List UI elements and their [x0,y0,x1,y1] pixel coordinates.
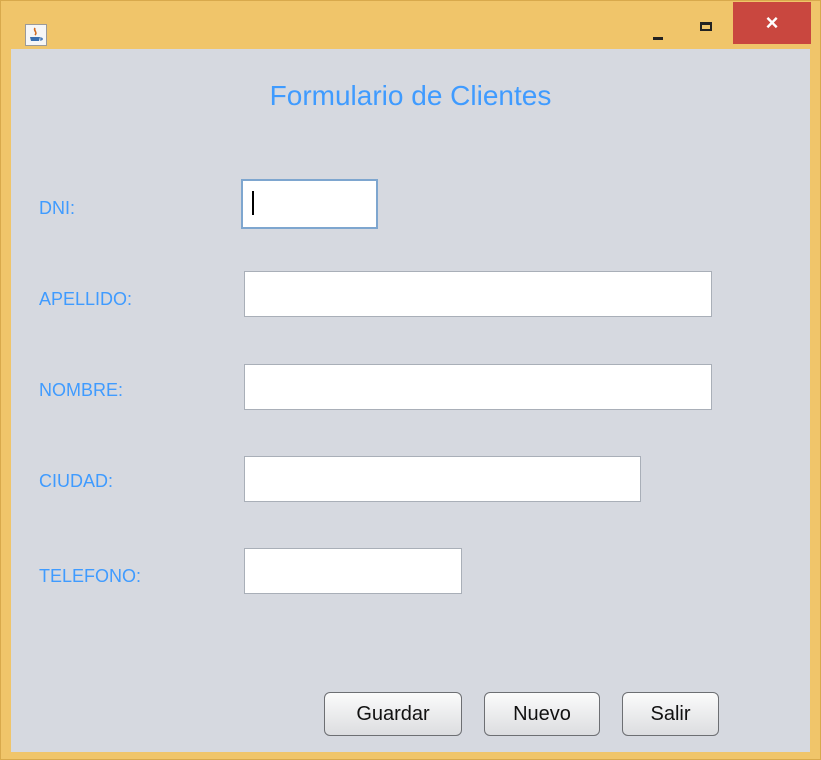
dni-label: DNI: [39,198,75,218]
ciudad-label: CIUDAD: [39,471,114,491]
app-window: × Formulario de Clientes DNI: APELLIDO: … [0,0,821,760]
minimize-button[interactable] [641,9,677,40]
telefono-field[interactable] [244,548,462,594]
ciudad-field[interactable] [244,456,641,502]
guardar-button[interactable]: Guardar [324,692,462,736]
apellido-label: APELLIDO: [39,289,133,309]
text-caret [252,191,254,215]
apellido-field[interactable] [244,271,712,317]
telefono-label: TELEFONO: [39,566,142,586]
apellido-input[interactable] [245,272,711,316]
ciudad-input[interactable] [245,457,640,501]
telefono-input[interactable] [245,549,461,593]
salir-button[interactable]: Salir [622,692,719,736]
nuevo-button[interactable]: Nuevo [484,692,600,736]
close-button[interactable]: × [733,2,811,44]
java-icon[interactable] [25,24,47,46]
nombre-label: NOMBRE: [39,380,124,400]
form-title: Formulario de Clientes [269,80,552,111]
nombre-field[interactable] [244,364,712,410]
dni-field[interactable] [241,179,378,229]
form-panel: Formulario de Clientes DNI: APELLIDO: NO… [11,49,810,752]
dni-input[interactable] [243,181,376,227]
nombre-input[interactable] [245,365,711,409]
title-bar[interactable]: × [1,1,820,47]
maximize-button[interactable] [689,9,725,39]
